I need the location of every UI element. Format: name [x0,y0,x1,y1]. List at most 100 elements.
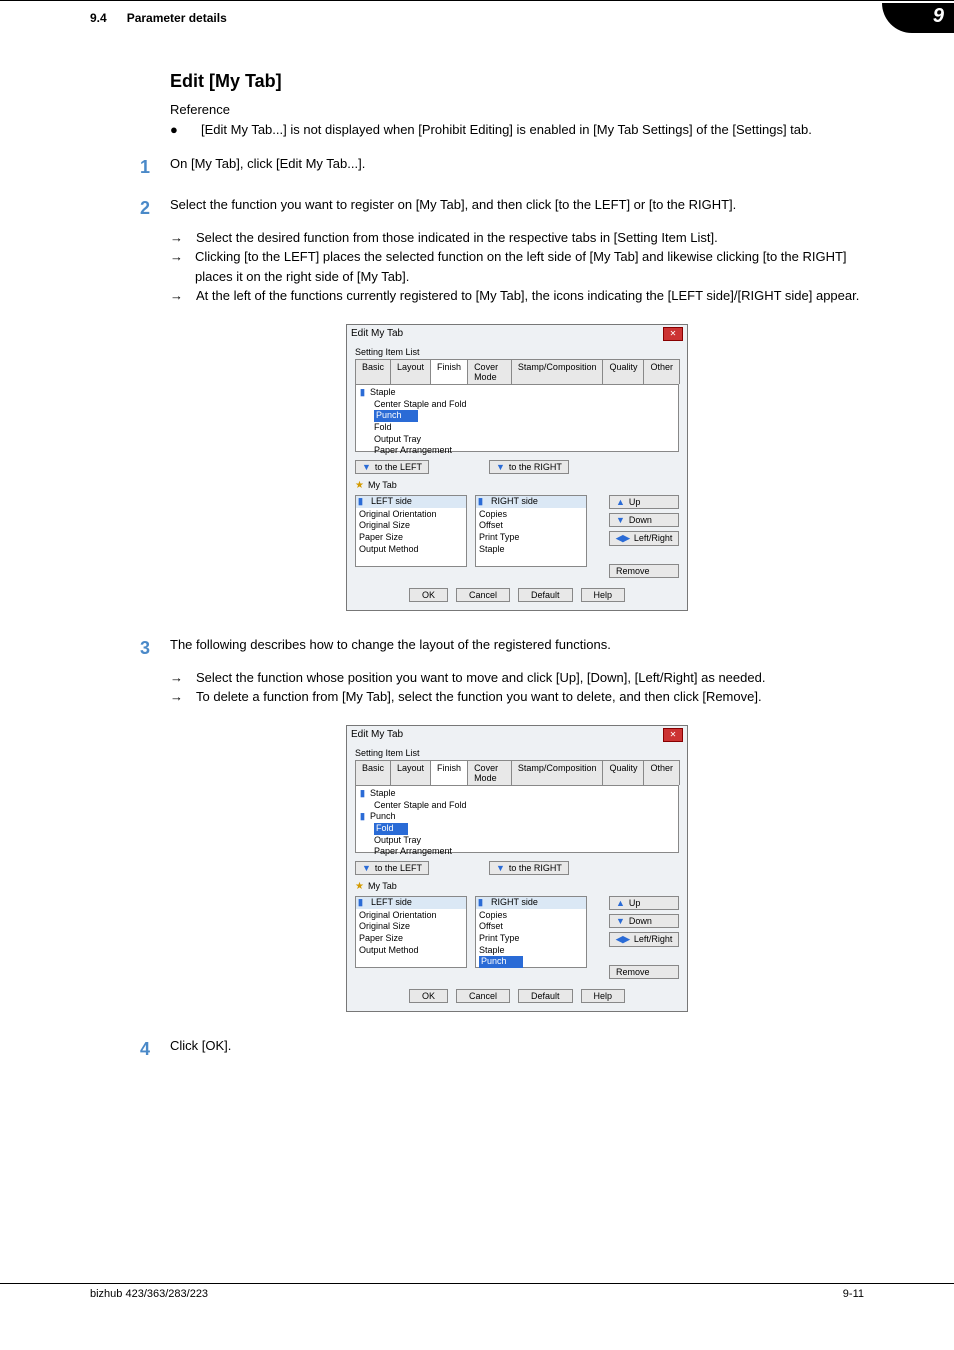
list-item[interactable]: Original Size [359,921,463,933]
registered-icon: ▮ [360,387,370,399]
left-icon: ▮ [358,897,368,909]
footer-page: 9-11 [843,1288,864,1300]
my-tab-label: My Tab [368,881,397,891]
list-item[interactable]: Offset [479,520,583,532]
list-item[interactable]: Original Orientation [359,509,463,521]
arrow-icon: → [170,668,184,688]
list-item[interactable]: Staple [479,945,583,957]
list-item-selected[interactable]: Punch [479,956,523,968]
footer-model: bizhub 423/363/283/223 [90,1288,208,1300]
chevron-down-icon: ▼ [616,515,625,525]
help-button[interactable]: Help [581,989,626,1003]
edit-my-tab-dialog: Edit My Tab ✕ Setting Item List Basic La… [346,725,688,1012]
setting-item-list[interactable]: ▮Staple Center Staple and Fold Punch Fol… [355,385,679,452]
arrow-icon: → [170,286,184,306]
to-the-right-button[interactable]: ▼to the RIGHT [489,460,569,474]
list-item[interactable]: Punch [370,811,396,821]
section-title: Parameter details [127,11,227,25]
ok-button[interactable]: OK [409,989,448,1003]
remove-button[interactable]: Remove [609,564,679,578]
list-item[interactable]: Paper Size [359,532,463,544]
tab-finish[interactable]: Finish [430,359,468,384]
right-side-list[interactable]: ▮RIGHT side Copies Offset Print Type Sta… [475,495,587,567]
tab-stamp[interactable]: Stamp/Composition [511,760,604,785]
help-button[interactable]: Help [581,588,626,602]
tab-basic[interactable]: Basic [355,359,391,384]
tab-cover-mode[interactable]: Cover Mode [467,359,512,384]
list-item-selected[interactable]: Fold [374,823,408,835]
step-2b-text: Clicking [to the LEFT] places the select… [195,247,864,286]
list-item[interactable]: Output Tray [374,434,421,444]
left-right-button[interactable]: ◀▶Left/Right [609,932,679,947]
left-right-icon: ◀▶ [616,533,630,544]
default-button[interactable]: Default [518,989,573,1003]
chevron-up-icon: ▲ [616,497,625,507]
tab-layout[interactable]: Layout [390,760,431,785]
list-item-selected[interactable]: Punch [374,410,418,422]
dialog-title: Edit My Tab [351,328,403,339]
list-item[interactable]: Staple [370,788,396,798]
list-item[interactable]: Staple [370,387,396,397]
list-item[interactable]: Offset [479,921,583,933]
registered-icon: ▮ [360,811,370,823]
tab-finish[interactable]: Finish [430,760,468,785]
edit-my-tab-dialog: Edit My Tab ✕ Setting Item List Basic La… [346,324,688,611]
cancel-button[interactable]: Cancel [456,989,510,1003]
list-item[interactable]: Print Type [479,532,583,544]
list-item[interactable]: Copies [479,910,583,922]
section-number: 9.4 [90,11,107,25]
step-3b-text: To delete a function from [My Tab], sele… [196,687,762,707]
list-item[interactable]: Output Method [359,544,463,556]
list-item[interactable]: Original Size [359,520,463,532]
left-right-button[interactable]: ◀▶Left/Right [609,531,679,546]
to-the-left-button[interactable]: ▼to the LEFT [355,861,429,875]
up-button[interactable]: ▲Up [609,896,679,910]
list-item[interactable]: Copies [479,509,583,521]
tab-other[interactable]: Other [643,359,680,384]
ok-button[interactable]: OK [409,588,448,602]
tab-stamp[interactable]: Stamp/Composition [511,359,604,384]
left-side-list[interactable]: ▮LEFT side Original Orientation Original… [355,896,467,968]
down-button[interactable]: ▼Down [609,914,679,928]
setting-item-list[interactable]: ▮Staple Center Staple and Fold ▮Punch Fo… [355,786,679,853]
tab-quality[interactable]: Quality [602,359,644,384]
list-item[interactable]: Fold [374,422,392,432]
list-item[interactable]: Paper Arrangement [374,445,452,455]
arrow-icon: → [170,247,183,286]
left-side-list[interactable]: ▮LEFT side Original Orientation Original… [355,495,467,567]
list-item[interactable]: Original Orientation [359,910,463,922]
to-the-left-button[interactable]: ▼to the LEFT [355,460,429,474]
page-title: Edit [My Tab] [170,71,864,92]
right-side-list[interactable]: ▮RIGHT side Copies Offset Print Type Sta… [475,896,587,968]
tab-cover-mode[interactable]: Cover Mode [467,760,512,785]
step-number-4: 4 [130,1036,150,1063]
list-item[interactable]: Print Type [479,933,583,945]
tab-layout[interactable]: Layout [390,359,431,384]
star-icon: ★ [355,881,364,892]
chevron-down-icon: ▼ [496,863,505,873]
close-icon[interactable]: ✕ [663,327,683,341]
remove-button[interactable]: Remove [609,965,679,979]
dialog-tabs: Basic Layout Finish Cover Mode Stamp/Com… [355,359,679,385]
list-item[interactable]: Output Method [359,945,463,957]
chevron-down-icon: ▼ [616,916,625,926]
tab-other[interactable]: Other [643,760,680,785]
tab-quality[interactable]: Quality [602,760,644,785]
up-button[interactable]: ▲Up [609,495,679,509]
tab-basic[interactable]: Basic [355,760,391,785]
list-item[interactable]: Output Tray [374,835,421,845]
default-button[interactable]: Default [518,588,573,602]
right-icon: ▮ [478,897,488,909]
list-item[interactable]: Center Staple and Fold [374,399,467,409]
list-item[interactable]: Paper Size [359,933,463,945]
to-the-right-button[interactable]: ▼to the RIGHT [489,861,569,875]
step-2-text: Select the function you want to register… [170,195,736,222]
list-item[interactable]: Paper Arrangement [374,846,452,856]
down-button[interactable]: ▼Down [609,513,679,527]
step-number-1: 1 [130,154,150,181]
list-item[interactable]: Center Staple and Fold [374,800,467,810]
close-icon[interactable]: ✕ [663,728,683,742]
cancel-button[interactable]: Cancel [456,588,510,602]
list-item[interactable]: Staple [479,544,583,556]
step-number-3: 3 [130,635,150,662]
